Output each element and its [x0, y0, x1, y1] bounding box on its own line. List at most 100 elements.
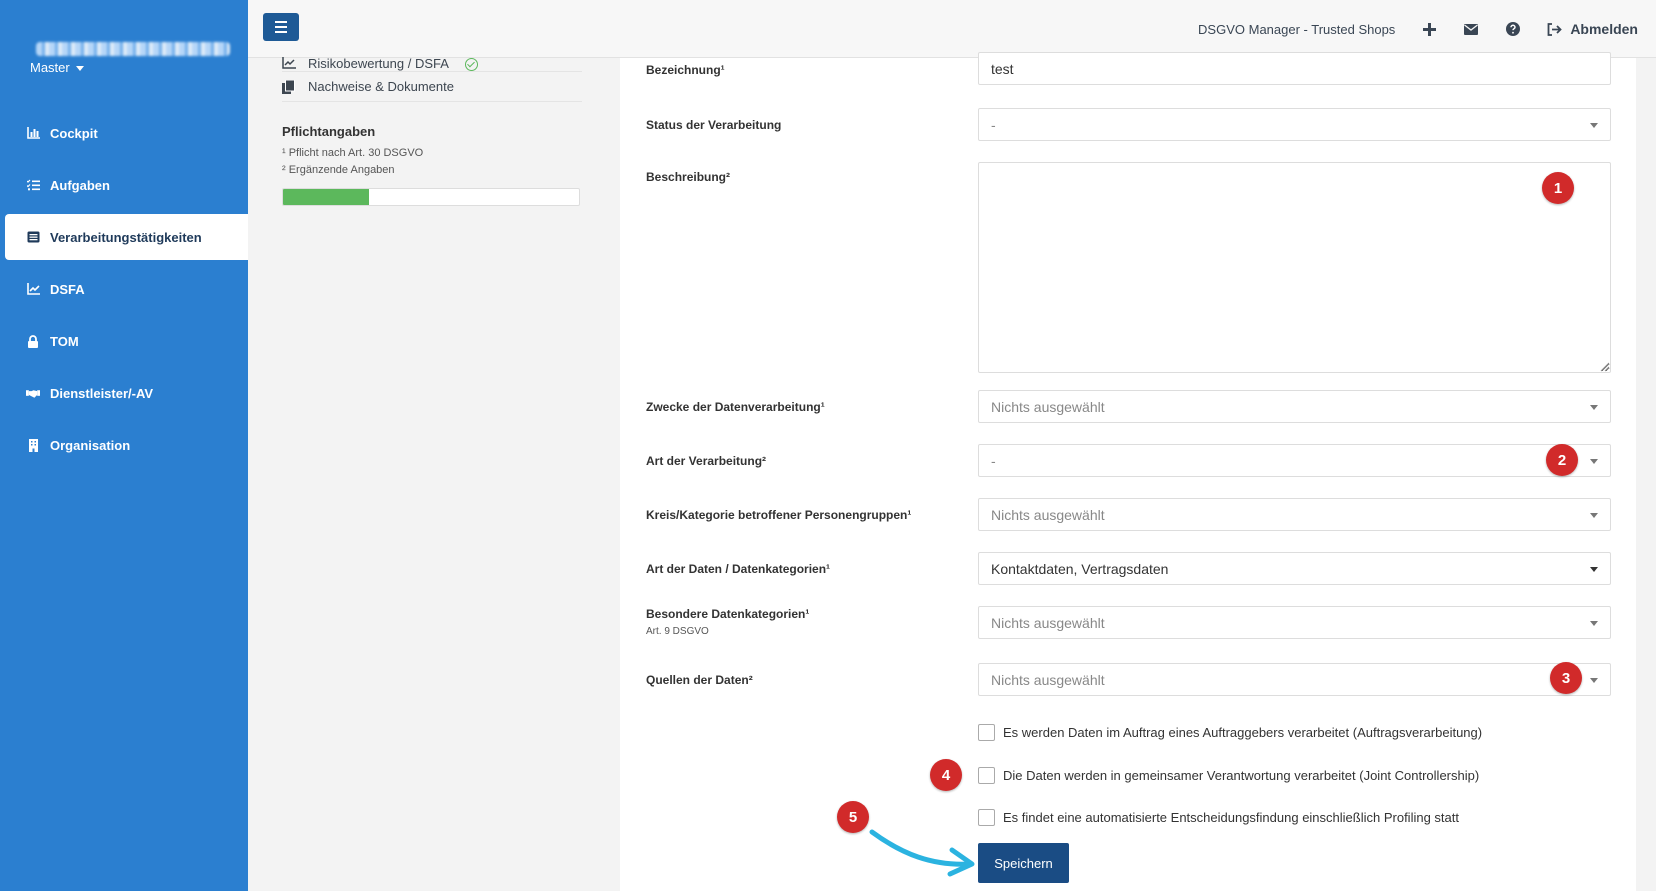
handshake-icon: [26, 386, 40, 400]
building-icon: [26, 438, 40, 452]
check-circle-icon: [464, 58, 478, 71]
completion-progress: [282, 188, 580, 206]
chart-bar-icon: [26, 126, 40, 140]
tasks-icon: [26, 178, 40, 192]
checkbox-auftragsverarbeitung: Es werden Daten im Auftrag eines Auftrag…: [978, 724, 1482, 741]
app-title: DSGVO Manager - Trusted Shops: [1198, 21, 1396, 37]
nav-label: Verarbeitungstätigkeiten: [50, 229, 202, 245]
art-verarbeitung-value: -: [991, 452, 996, 469]
caret-down-icon: [1590, 405, 1598, 410]
pflicht-title: Pflichtangaben: [282, 124, 376, 139]
label-besondere: Besondere Datenkategorien¹ Art. 9 DSGVO: [646, 607, 809, 637]
caret-down-icon: [1590, 513, 1598, 518]
form-card: Bezeichnung¹ test Status der Verarbeitun…: [620, 52, 1636, 891]
label-status: Status der Verarbeitung: [646, 118, 782, 132]
question-circle-icon[interactable]: [1505, 21, 1521, 37]
nav-item-cockpit[interactable]: Cockpit: [0, 110, 248, 156]
nav-item-dsfa[interactable]: DSFA: [0, 266, 248, 312]
checkbox-label: Es werden Daten im Auftrag eines Auftrag…: [1003, 725, 1483, 740]
hamburger-menu-button[interactable]: [263, 13, 299, 41]
checkbox-joint-controllership: Die Daten werden in gemeinsamer Verantwo…: [978, 767, 1479, 784]
zwecke-select[interactable]: Nichts ausgewählt: [978, 390, 1611, 423]
nav-label: Aufgaben: [50, 177, 110, 193]
checkbox-label: Es findet eine automatisierte Entscheidu…: [1003, 810, 1459, 825]
annotation-marker-3: 3: [1550, 662, 1582, 694]
quellen-value: Nichts ausgewählt: [991, 671, 1105, 688]
nav-label: Dienstleister/-AV: [50, 385, 154, 401]
list-alt-icon: [26, 230, 40, 244]
save-button[interactable]: Speichern: [978, 843, 1069, 883]
caret-down-icon: [1590, 123, 1598, 128]
besondere-value: Nichts ausgewählt: [991, 614, 1105, 631]
checkbox[interactable]: [978, 724, 995, 741]
zwecke-value: Nichts ausgewählt: [991, 398, 1105, 415]
caret-down-icon: [1590, 567, 1598, 572]
chevron-down-icon: [75, 66, 84, 71]
panel-item-label: Nachweise & Dokumente: [308, 79, 454, 94]
sign-out-icon: [1547, 22, 1563, 36]
label-art-verarbeitung: Art der Verarbeitung²: [646, 454, 767, 468]
envelope-icon[interactable]: [1463, 21, 1479, 37]
progress-fill: [283, 189, 369, 205]
annotation-marker-5: 5: [837, 801, 869, 833]
status-value: -: [991, 116, 996, 133]
status-select[interactable]: -: [978, 108, 1611, 141]
besondere-label-text: Besondere Datenkategorien¹: [646, 607, 810, 621]
topbar-actions: DSGVO Manager - Trusted Shops Abmelden: [1198, 0, 1638, 58]
art-verarbeitung-select[interactable]: -: [978, 444, 1611, 477]
lock-icon: [26, 334, 40, 348]
sidebar: Master Cockpit Aufgaben Verarbeitungstät…: [0, 0, 248, 891]
label-beschreibung: Beschreibung²: [646, 170, 731, 184]
nav-item-organisation[interactable]: Organisation: [0, 422, 248, 468]
checkbox[interactable]: [978, 809, 995, 826]
checkbox[interactable]: [978, 767, 995, 784]
nav-item-aufgaben[interactable]: Aufgaben: [0, 162, 248, 208]
annotation-marker-1: 1: [1542, 172, 1574, 204]
besondere-select[interactable]: Nichts ausgewählt: [978, 606, 1611, 639]
kreis-select[interactable]: Nichts ausgewählt: [978, 498, 1611, 531]
main-nav: Cockpit Aufgaben Verarbeitungstätigkeite…: [0, 110, 248, 474]
account-label: Master: [30, 60, 70, 75]
bezeichnung-input[interactable]: test: [978, 52, 1611, 85]
logout-label: Abmelden: [1570, 21, 1638, 37]
copy-icon: [282, 79, 296, 94]
plus-icon[interactable]: [1421, 21, 1437, 37]
nav-item-tom[interactable]: TOM: [0, 318, 248, 364]
caret-down-icon: [1590, 621, 1598, 626]
pflicht-note-1: ¹ Pflicht nach Art. 30 DSGVO: [282, 147, 424, 159]
pflicht-note-2: ² Ergänzende Angaben: [282, 164, 395, 176]
caret-down-icon: [1590, 459, 1598, 464]
label-quellen: Quellen der Daten²: [646, 673, 753, 687]
annotation-marker-2: 2: [1546, 444, 1578, 476]
art-daten-select[interactable]: Kontaktdaten, Vertragsdaten: [978, 552, 1611, 585]
chart-line-icon: [282, 57, 296, 71]
besondere-sublabel: Art. 9 DSGVO: [646, 626, 709, 637]
panel-item-label: Risikobewertung / DSFA: [308, 56, 449, 71]
quellen-select[interactable]: Nichts ausgewählt: [978, 663, 1611, 696]
nav-label: TOM: [50, 333, 79, 349]
nav-label: DSFA: [50, 281, 85, 297]
checkbox-label: Die Daten werden in gemeinsamer Verantwo…: [1003, 768, 1480, 783]
nav-item-verarbeitungstaetigkeiten[interactable]: Verarbeitungstätigkeiten: [5, 214, 248, 260]
panel-item-nachweise[interactable]: Nachweise & Dokumente: [282, 72, 582, 102]
panel-item-risikobewertung[interactable]: Risikobewertung / DSFA: [282, 52, 582, 72]
kreis-value: Nichts ausgewählt: [991, 506, 1105, 523]
topbar: DSGVO Manager - Trusted Shops Abmelden: [248, 0, 1656, 58]
beschreibung-textarea[interactable]: [978, 162, 1611, 373]
label-zwecke: Zwecke der Datenverarbeitung¹: [646, 400, 825, 414]
nav-label: Organisation: [50, 437, 131, 453]
label-bezeichnung: Bezeichnung¹: [646, 63, 725, 77]
label-art-daten: Art der Daten / Datenkategorien¹: [646, 562, 831, 576]
nav-item-dienstleister[interactable]: Dienstleister/-AV: [0, 370, 248, 416]
logo: [36, 42, 230, 56]
logout-button[interactable]: Abmelden: [1547, 21, 1638, 37]
account-switcher[interactable]: Master: [30, 60, 84, 75]
annotation-marker-4: 4: [930, 759, 962, 791]
checkbox-profiling: Es findet eine automatisierte Entscheidu…: [978, 809, 1459, 826]
label-kreis: Kreis/Kategorie betroffener Personengrup…: [646, 508, 912, 522]
nav-label: Cockpit: [50, 125, 98, 141]
chart-line-icon: [26, 282, 40, 296]
caret-down-icon: [1590, 678, 1598, 683]
art-daten-value: Kontaktdaten, Vertragsdaten: [991, 560, 1169, 577]
section-panel: Risikobewertung / DSFA Nachweise & Dokum…: [282, 56, 582, 206]
